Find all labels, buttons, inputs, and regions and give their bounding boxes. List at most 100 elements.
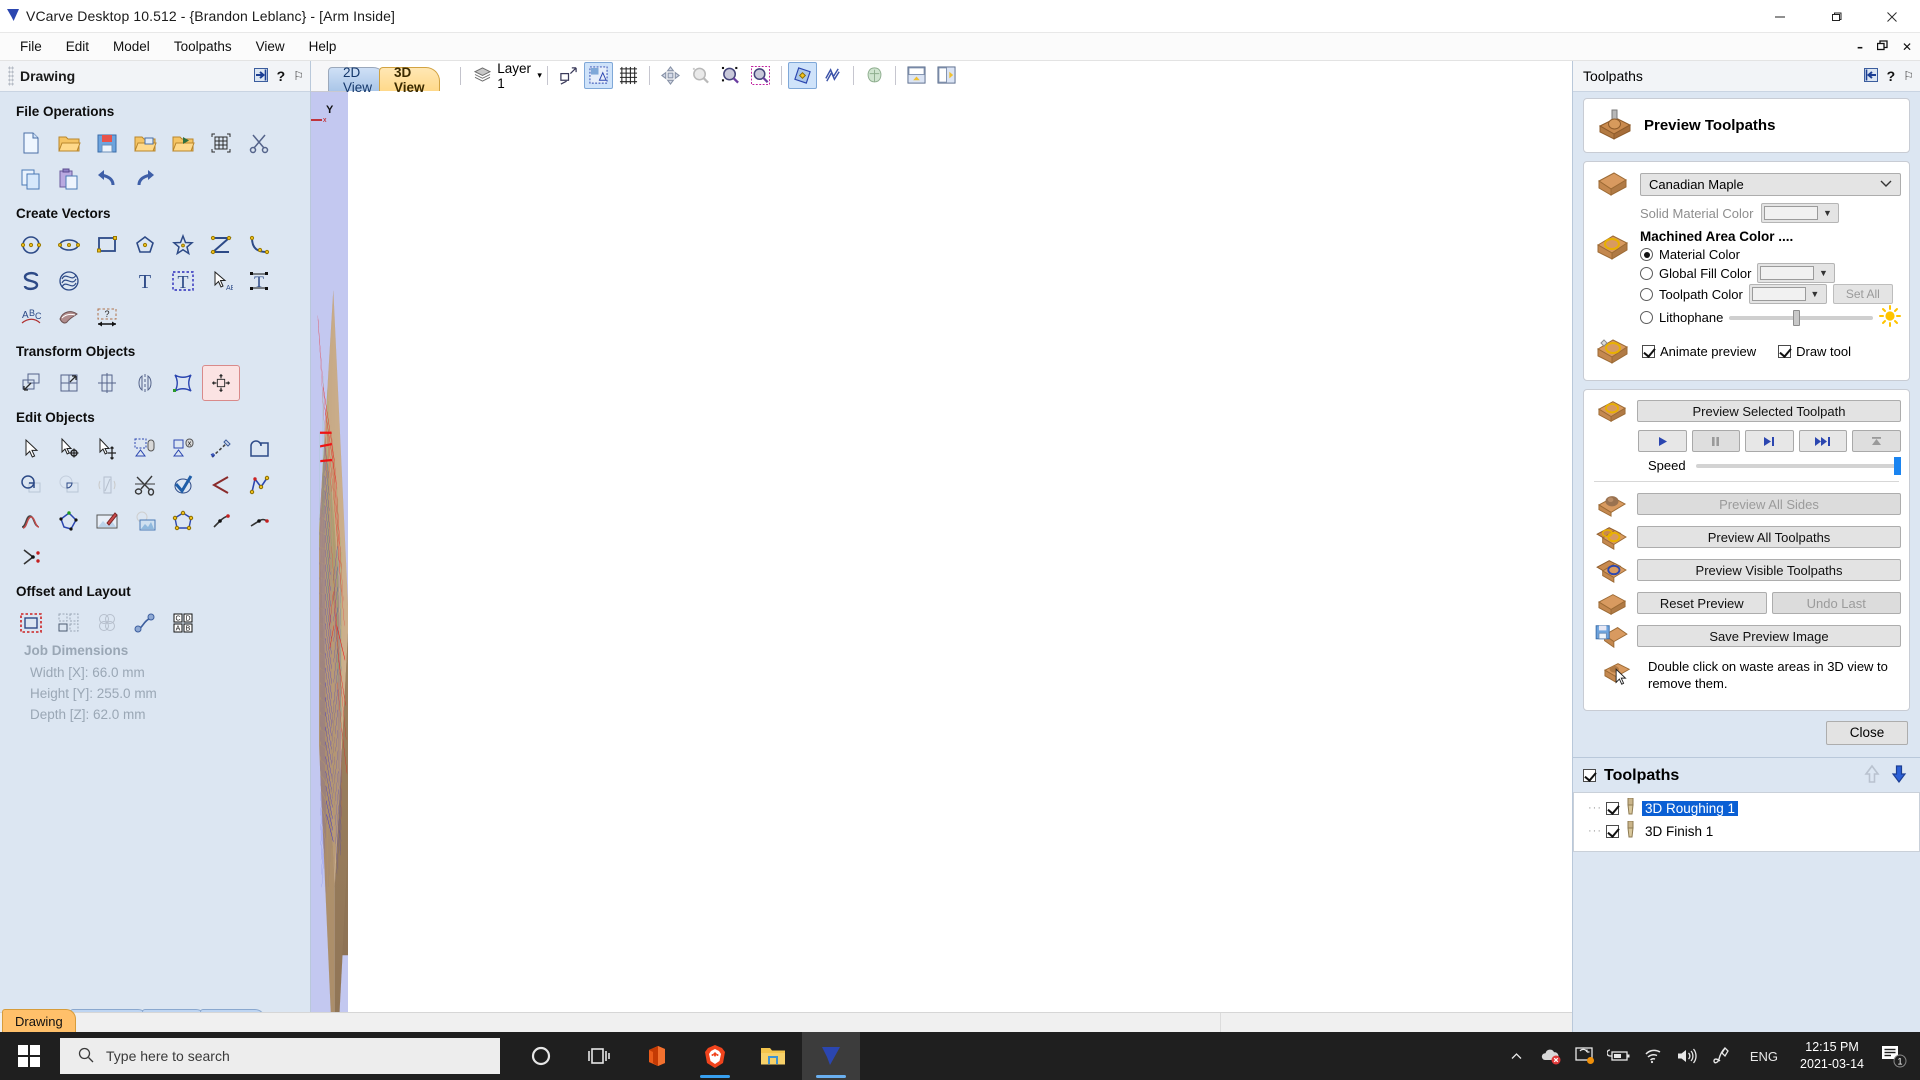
- fillet-icon[interactable]: [88, 467, 126, 503]
- help-icon[interactable]: ?: [1887, 68, 1896, 84]
- toolpath-visible-checkbox[interactable]: [1606, 802, 1619, 815]
- toolpaths-visibility-checkbox[interactable]: [1583, 769, 1596, 782]
- draw-tool-checkbox[interactable]: Draw tool: [1778, 344, 1851, 359]
- radio-toolpath-color[interactable]: Toolpath Color ▼ Set All: [1640, 284, 1901, 304]
- help-icon[interactable]: ?: [277, 68, 286, 84]
- group-objects-icon[interactable]: [126, 431, 164, 467]
- line-fit-icon[interactable]: [240, 503, 278, 539]
- cortana-icon[interactable]: [512, 1032, 570, 1080]
- job-setup-icon[interactable]: [202, 125, 240, 161]
- slider-track[interactable]: [1729, 316, 1873, 320]
- move-node-icon[interactable]: [88, 431, 126, 467]
- draw-star-icon[interactable]: [164, 227, 202, 263]
- copy-icon[interactable]: [12, 161, 50, 197]
- crop-bitmap-icon[interactable]: [126, 503, 164, 539]
- text-on-curve-icon[interactable]: T: [240, 263, 278, 299]
- speed-slider[interactable]: [1696, 464, 1901, 468]
- measure-icon[interactable]: [202, 431, 240, 467]
- draw-serif-icon[interactable]: [12, 263, 50, 299]
- preview-selected-toolpath-button[interactable]: Preview Selected Toolpath: [1637, 400, 1901, 422]
- new-file-icon[interactable]: [12, 125, 50, 161]
- preview-all-sides-button[interactable]: Preview All Sides: [1637, 493, 1901, 515]
- trace-bitmap-icon[interactable]: [50, 299, 88, 335]
- menu-help[interactable]: Help: [297, 35, 349, 58]
- ungroup-objects-icon[interactable]: x: [164, 431, 202, 467]
- zoom-tool-icon[interactable]: [686, 62, 715, 89]
- set-all-button[interactable]: Set All: [1833, 284, 1893, 304]
- text-select-icon[interactable]: AB: [202, 263, 240, 299]
- minimize-button[interactable]: [1752, 0, 1808, 33]
- toggle-toolpath-icon[interactable]: [788, 62, 817, 89]
- pan-view-icon[interactable]: [656, 62, 685, 89]
- checkbox[interactable]: [1778, 345, 1791, 358]
- curve-fit-icon[interactable]: [240, 467, 278, 503]
- array-copy-icon[interactable]: [50, 605, 88, 641]
- toolpath-list-item[interactable]: ··· 3D Roughing 1: [1574, 797, 1919, 820]
- animate-preview-checkbox[interactable]: Animate preview: [1642, 344, 1756, 359]
- offset-vectors-icon[interactable]: [12, 605, 50, 641]
- input-language[interactable]: ENG: [1738, 1049, 1790, 1064]
- checkbox[interactable]: [1642, 345, 1655, 358]
- undo-icon[interactable]: [88, 161, 126, 197]
- action-center-icon[interactable]: 1: [1874, 1032, 1914, 1080]
- draw-interlace-icon[interactable]: [50, 263, 88, 299]
- draw-rectangle-icon[interactable]: [88, 227, 126, 263]
- draw-thumbnail-icon[interactable]: [554, 62, 583, 89]
- office-icon[interactable]: [628, 1032, 686, 1080]
- rotate-objects-icon[interactable]: [88, 365, 126, 401]
- draw-ellipse-icon[interactable]: [50, 227, 88, 263]
- weld-vectors-icon[interactable]: [240, 431, 278, 467]
- radio-button[interactable]: [1640, 267, 1653, 280]
- smooth-curve-icon[interactable]: [12, 503, 50, 539]
- file-explorer-icon[interactable]: [744, 1032, 802, 1080]
- align-objects-icon[interactable]: [202, 365, 240, 401]
- edit-bitmap-icon[interactable]: [88, 503, 126, 539]
- trim-vectors-icon[interactable]: [50, 467, 88, 503]
- global-fill-color-picker[interactable]: ▼: [1757, 263, 1835, 283]
- import-bitmap-icon[interactable]: [164, 125, 202, 161]
- radio-material-color[interactable]: Material Color: [1640, 247, 1901, 262]
- search-input[interactable]: Type here to search: [60, 1038, 500, 1074]
- material-select[interactable]: Canadian Maple: [1640, 173, 1901, 196]
- slider-thumb[interactable]: [1894, 457, 1901, 475]
- radio-lithophane[interactable]: Lithophane: [1640, 305, 1901, 330]
- tab-3d-view[interactable]: 3D View: [379, 67, 440, 91]
- step-button[interactable]: [1745, 430, 1794, 452]
- mdi-restore-button[interactable]: [1875, 40, 1890, 54]
- clock[interactable]: 12:15 PM 2021-03-14: [1790, 1039, 1874, 1073]
- menu-model[interactable]: Model: [101, 35, 162, 58]
- radio-button[interactable]: [1640, 248, 1653, 261]
- toggle-toolpath-solid-icon[interactable]: [818, 62, 847, 89]
- toolpath-list-item[interactable]: ··· 3D Finish 1: [1574, 820, 1919, 843]
- move-down-icon[interactable]: [1888, 763, 1910, 788]
- radio-button[interactable]: [1640, 311, 1653, 324]
- auto-text-layout-icon[interactable]: ABC: [12, 299, 50, 335]
- zoom-objects-icon[interactable]: [716, 62, 745, 89]
- split-view-horizontal-icon[interactable]: [902, 62, 931, 89]
- move-objects-icon[interactable]: [12, 365, 50, 401]
- toolpath-name[interactable]: 3D Finish 1: [1642, 824, 1716, 839]
- close-button[interactable]: [1864, 0, 1920, 33]
- dock-arrow-icon[interactable]: [254, 68, 269, 85]
- menu-file[interactable]: File: [8, 35, 54, 58]
- solid-material-color-picker[interactable]: ▼: [1761, 203, 1839, 223]
- draw-circle-icon[interactable]: [12, 227, 50, 263]
- text-block-icon[interactable]: T: [164, 263, 202, 299]
- task-view-icon[interactable]: [570, 1032, 628, 1080]
- menu-toolpaths[interactable]: Toolpaths: [162, 35, 244, 58]
- vcarve-icon[interactable]: [802, 1032, 860, 1080]
- cut-icon[interactable]: [240, 125, 278, 161]
- distort-objects-icon[interactable]: [164, 365, 202, 401]
- subtract-vectors-icon[interactable]: [12, 467, 50, 503]
- preview-visible-toolpaths-button[interactable]: Preview Visible Toolpaths: [1637, 559, 1901, 581]
- zoom-selection-icon[interactable]: [746, 62, 775, 89]
- dimension-icon[interactable]: ?: [88, 299, 126, 335]
- windows-start-icon[interactable]: [0, 1032, 58, 1080]
- wifi-icon[interactable]: [1636, 1032, 1670, 1080]
- layer-selector[interactable]: Layer 1 ▾: [460, 60, 542, 91]
- radio-button[interactable]: [1640, 288, 1653, 301]
- maximize-button[interactable]: [1808, 0, 1864, 33]
- menu-edit[interactable]: Edit: [54, 35, 101, 58]
- nesting-icon[interactable]: CDAB: [164, 605, 202, 641]
- nest-vectors-icon[interactable]: [164, 503, 202, 539]
